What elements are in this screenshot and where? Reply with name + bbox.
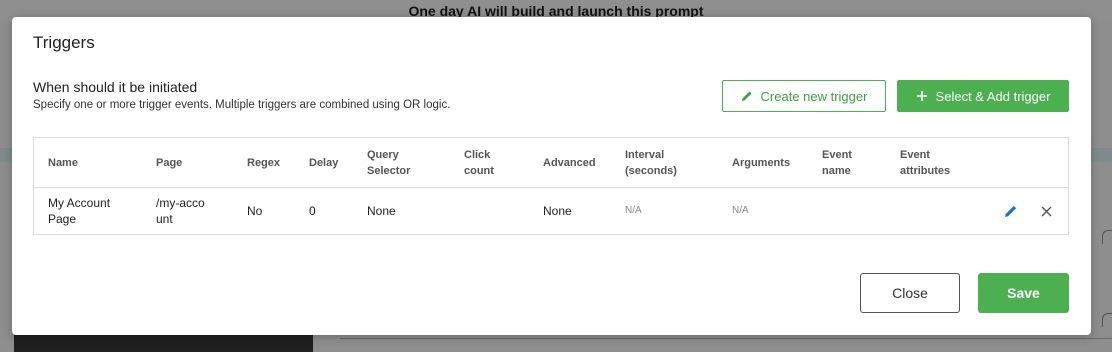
background-divider [340,338,1112,339]
cell-event-name [822,188,882,234]
column-header-click-count: Click count [464,149,494,177]
cell-click-count [464,188,524,234]
table-header: Name Page Regex Delay Query Selector Cli… [34,138,1068,188]
cell-query-selector: None [367,204,396,218]
column-header-arguments: Arguments [732,157,791,169]
create-new-trigger-button[interactable]: Create new trigger [722,80,886,112]
background-dark-panel [14,334,313,352]
background-edit-icon [1102,313,1112,327]
column-header-name: Name [48,157,78,169]
column-header-event-attributes: Event attributes [900,149,951,177]
create-new-trigger-label: Create new trigger [760,88,868,104]
triggers-table: Name Page Regex Delay Query Selector Cli… [33,137,1069,235]
background-edit-icon [1102,230,1112,244]
save-button[interactable]: Save [978,273,1069,313]
table-row: My Account Page /my-account No 0 None No… [34,188,1068,234]
section-heading: When should it be initiated [33,79,198,95]
column-header-interval: Interval (seconds) [625,149,677,177]
select-add-trigger-label: Select & Add trigger [935,88,1051,104]
edit-icon [1004,204,1018,218]
cell-arguments: N/A [732,205,749,216]
cell-name: My Account Page [48,196,111,226]
edit-trigger-button[interactable] [1001,201,1021,221]
modal-title: Triggers [33,33,95,52]
remove-trigger-button[interactable] [1036,201,1056,221]
triggers-modal: Triggers When should it be initiated Spe… [12,17,1091,335]
pencil-icon [741,90,753,102]
column-header-event-name: Event name [822,149,852,177]
section-description: Specify one or more trigger events. Mult… [33,99,451,111]
cell-interval: N/A [625,205,642,216]
column-header-delay: Delay [309,157,339,169]
column-header-query-selector: Query Selector [367,149,411,177]
cell-advanced: None [543,204,572,218]
plus-icon [916,90,928,102]
cell-regex: No [247,204,263,218]
close-button[interactable]: Close [860,273,960,313]
cell-page: /my-account [156,196,205,226]
column-header-page: Page [156,157,183,169]
column-header-regex: Regex [247,157,281,169]
cell-delay: 0 [309,204,316,218]
select-add-trigger-button[interactable]: Select & Add trigger [897,80,1069,112]
close-icon [1041,206,1052,217]
cell-event-attributes [900,188,970,234]
column-header-advanced: Advanced [543,157,596,169]
